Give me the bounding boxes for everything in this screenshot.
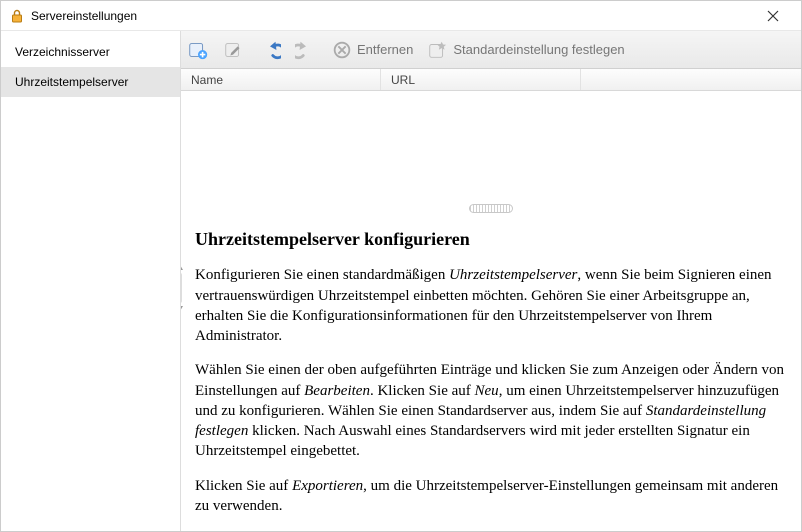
help-paragraph-2: Wählen Sie einen der oben aufgeführten E… xyxy=(195,360,787,461)
list-header: Name URL xyxy=(181,69,801,91)
splitter-grip-icon xyxy=(469,204,513,213)
titlebar: Servereinstellungen xyxy=(1,1,801,31)
help-paragraph-1: Konfigurieren Sie einen standardmäßigen … xyxy=(195,265,787,346)
column-header-spacer xyxy=(581,69,801,90)
set-default-label: Standardeinstellung festlegen xyxy=(453,42,624,57)
add-button[interactable] xyxy=(187,39,209,61)
scroll-indicator-icon[interactable] xyxy=(181,263,185,313)
undo-button[interactable] xyxy=(259,39,281,61)
toolbar: Entfernen Standardeinstellung festlegen xyxy=(181,31,801,69)
window-body: Verzeichnisserver Uhrzeitstempelserver xyxy=(1,31,801,531)
help-paragraph-3: Klicken Sie auf Exportieren, um die Uhrz… xyxy=(195,476,787,517)
set-default-button[interactable]: Standardeinstellung festlegen xyxy=(427,39,624,61)
help-heading: Uhrzeitstempelserver konfigurieren xyxy=(195,227,787,251)
column-header-url[interactable]: URL xyxy=(381,69,581,90)
splitter[interactable] xyxy=(181,201,801,215)
remove-label: Entfernen xyxy=(357,42,413,57)
edit-button[interactable] xyxy=(223,39,245,61)
sidebar-item-directory-server[interactable]: Verzeichnisserver xyxy=(1,37,180,67)
redo-button[interactable] xyxy=(295,39,317,61)
star-icon xyxy=(427,39,449,61)
remove-icon xyxy=(331,39,353,61)
pencil-icon xyxy=(223,39,245,61)
sidebar-item-timestamp-server[interactable]: Uhrzeitstempelserver xyxy=(1,67,180,97)
lock-icon xyxy=(9,8,25,24)
help-pane: Uhrzeitstempelserver konfigurieren Konfi… xyxy=(181,215,801,531)
column-header-name[interactable]: Name xyxy=(181,69,381,90)
plus-icon xyxy=(187,39,209,61)
server-list[interactable] xyxy=(181,91,801,201)
main-panel: Entfernen Standardeinstellung festlegen … xyxy=(181,31,801,531)
window-title: Servereinstellungen xyxy=(31,9,753,23)
window: Servereinstellungen Verzeichnisserver Uh… xyxy=(0,0,802,532)
sidebar: Verzeichnisserver Uhrzeitstempelserver xyxy=(1,31,181,531)
undo-arrow-icon xyxy=(259,39,281,61)
remove-button[interactable]: Entfernen xyxy=(331,39,413,61)
redo-arrow-icon xyxy=(295,39,317,61)
close-button[interactable] xyxy=(753,1,793,30)
